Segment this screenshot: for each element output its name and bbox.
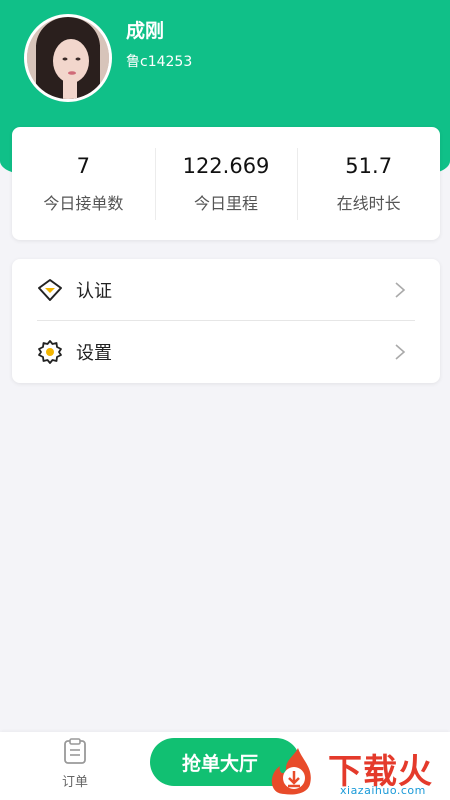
menu-label: 认证: [76, 281, 112, 302]
stat-value: 122.669: [182, 153, 270, 178]
user-id: 鲁c14253: [126, 54, 193, 70]
stat-label: 今日接单数: [43, 193, 124, 213]
stat-online-time: 51.7 在线时长: [297, 146, 440, 222]
stat-label: 今日里程: [194, 193, 259, 213]
user-name: 成刚: [126, 20, 165, 42]
stat-label: 在线时长: [336, 193, 401, 213]
menu-item-settings[interactable]: 设置: [12, 321, 440, 383]
menu-label: 设置: [76, 343, 112, 364]
tab-label: 订单: [61, 775, 88, 790]
stat-mileage-today: 122.669 今日里程: [154, 146, 298, 222]
chevron-right-icon: [395, 282, 406, 298]
diamond-badge-icon: [38, 279, 62, 301]
grab-order-hall-button[interactable]: 抢单大厅: [150, 738, 300, 786]
stat-value: 51.7: [345, 153, 393, 178]
stat-orders-today: 7 今日接单数: [12, 146, 155, 222]
avatar[interactable]: [24, 14, 112, 102]
watermark-url: xiazaihuo.com: [340, 784, 426, 797]
gear-icon: [38, 340, 62, 364]
menu-item-certification[interactable]: 认证: [12, 259, 440, 321]
menu-card: 认证 设置: [12, 259, 440, 383]
chevron-right-icon: [395, 344, 406, 360]
avatar-portrait: [27, 17, 109, 99]
tab-orders[interactable]: 订单: [40, 737, 110, 797]
stats-card: 7 今日接单数 122.669 今日里程 51.7 在线时长: [12, 127, 440, 240]
stat-value: 7: [76, 153, 91, 178]
clipboard-icon: [64, 738, 86, 764]
